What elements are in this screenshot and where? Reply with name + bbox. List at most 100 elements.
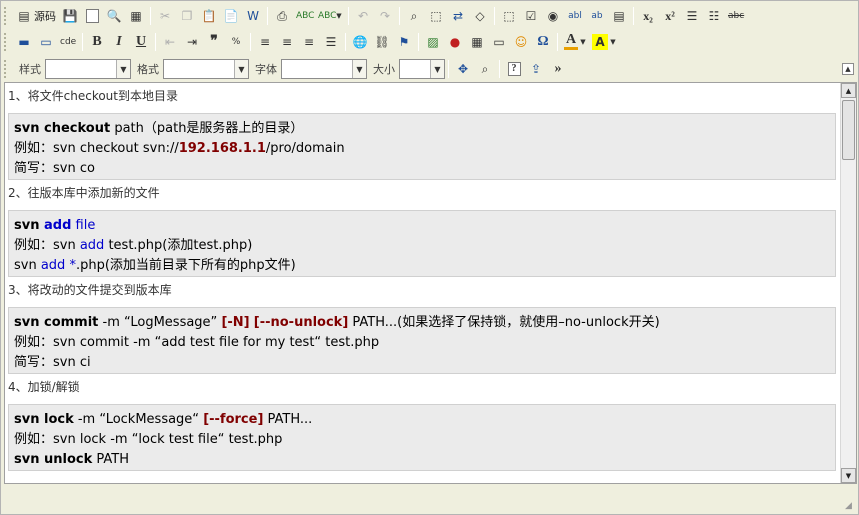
spellcheck-button[interactable]: ABC xyxy=(293,5,315,27)
chevron-down-icon: ▼ xyxy=(430,60,444,78)
eraser-icon: ◇ xyxy=(475,9,485,23)
scroll-down-button[interactable]: ▼ xyxy=(841,468,856,483)
background-color-icon: A xyxy=(592,34,608,50)
new-page-button[interactable] xyxy=(81,5,103,27)
source-button[interactable]: ▤ 源码 xyxy=(13,5,59,27)
replace-button[interactable]: ⇄ xyxy=(447,5,469,27)
collapse-toolbar-button[interactable]: ▲ xyxy=(842,63,854,75)
toolbar-separator xyxy=(499,60,500,78)
flash-button[interactable]: ● xyxy=(444,31,466,53)
copy-button[interactable]: ❐ xyxy=(176,5,198,27)
indent-button[interactable]: ⇥ xyxy=(181,31,203,53)
toolbar-grip[interactable] xyxy=(4,60,10,78)
bold-button[interactable]: B xyxy=(86,31,108,53)
anchor-button[interactable]: ⚑ xyxy=(393,31,415,53)
size-select[interactable]: ▼ xyxy=(399,59,445,79)
vertical-scrollbar[interactable]: ▲ ▼ xyxy=(840,83,856,483)
code-segment: .php(添加当前目录下所有的php文件) xyxy=(75,258,296,273)
paste-button[interactable]: 📋 xyxy=(198,5,220,27)
horizontal-rule-button[interactable]: ▬ xyxy=(13,31,35,53)
flash-icon: ● xyxy=(449,35,461,49)
more-toolbar-button[interactable]: » xyxy=(547,58,569,80)
select-field-button[interactable]: ▤ xyxy=(608,5,630,27)
undo-icon: ↶ xyxy=(357,9,369,23)
div-container-button[interactable]: % xyxy=(225,31,247,53)
strikethrough-icon: abc xyxy=(728,11,745,21)
code-segment: -m “LockMessage“ xyxy=(73,412,204,427)
background-color-button[interactable]: A ▼ xyxy=(589,31,619,53)
resize-grip-icon[interactable]: ◢ xyxy=(845,501,855,511)
special-char-button[interactable]: Ω xyxy=(532,31,554,53)
horizontal-line-button[interactable]: ▭ xyxy=(488,31,510,53)
code-icon: cde xyxy=(60,37,77,47)
omega-icon: Ω xyxy=(537,34,549,49)
align-right-button[interactable]: ≡ xyxy=(298,31,320,53)
cut-button[interactable]: ✂ xyxy=(154,5,176,27)
subscript-button[interactable]: x₂ xyxy=(637,5,659,27)
help-button[interactable]: ? xyxy=(503,58,525,80)
align-left-button[interactable]: ≡ xyxy=(254,31,276,53)
show-blocks-button[interactable]: ⌕ xyxy=(474,58,496,80)
maximize-button[interactable]: ✥ xyxy=(452,58,474,80)
code-segment: svn xyxy=(14,258,41,273)
scroll-up-button[interactable]: ▲ xyxy=(841,83,856,98)
radio-icon: ◉ xyxy=(547,9,559,23)
image-button[interactable]: ▭ xyxy=(35,31,57,53)
code-segment: /pro/domain xyxy=(265,141,345,156)
redo-button[interactable]: ↷ xyxy=(374,5,396,27)
code-button[interactable]: cde xyxy=(57,31,79,53)
style-select[interactable]: ▼ xyxy=(45,59,131,79)
preview-icon: 🔍 xyxy=(106,9,122,23)
blockquote-button[interactable]: ❞ xyxy=(203,31,225,53)
select-all-button[interactable]: ⬚ xyxy=(425,5,447,27)
toolbar-separator xyxy=(557,33,558,51)
underline-button[interactable]: U xyxy=(130,31,152,53)
find-button[interactable]: ⌕ xyxy=(403,5,425,27)
print-button[interactable]: ⎙ xyxy=(271,5,293,27)
outdent-button[interactable]: ⇤ xyxy=(159,31,181,53)
code-segment: -m “LogMessage” xyxy=(98,315,222,330)
preview-button[interactable]: 🔍 xyxy=(103,5,125,27)
format-select[interactable]: ▼ xyxy=(163,59,249,79)
document-body[interactable]: 1、将文件checkout到本地目录 svn checkout path（path… xyxy=(5,83,840,483)
bold-icon: B xyxy=(92,34,102,49)
smiley-button[interactable]: ☺ xyxy=(510,31,532,53)
toolbar-grip[interactable] xyxy=(4,33,10,51)
undo-button[interactable]: ↶ xyxy=(352,5,374,27)
superscript-button[interactable]: x² xyxy=(659,5,681,27)
upload-button[interactable]: ⇪ xyxy=(525,58,547,80)
table-button[interactable]: ▦ xyxy=(466,31,488,53)
textarea-button[interactable]: ab xyxy=(586,5,608,27)
remove-format-button[interactable]: ◇ xyxy=(469,5,491,27)
radio-button[interactable]: ◉ xyxy=(542,5,564,27)
templates-button[interactable]: ▦ xyxy=(125,5,147,27)
strikethrough-button[interactable]: abc xyxy=(725,5,747,27)
spellcheck-as-you-type-button[interactable]: ABC ▼ xyxy=(315,5,345,27)
form-button[interactable]: ⬚ xyxy=(498,5,520,27)
editor-content-area[interactable]: 1、将文件checkout到本地目录 svn checkout path（path… xyxy=(4,82,857,484)
help-icon: ? xyxy=(507,62,521,76)
numbered-list-button[interactable]: ☰ xyxy=(681,5,703,27)
toolbar-grip[interactable] xyxy=(4,7,10,25)
font-select[interactable]: ▼ xyxy=(281,59,367,79)
paste-text-button[interactable]: 📄 xyxy=(220,5,242,27)
numbered-list-icon: ☰ xyxy=(686,9,698,23)
text-field-icon: abl xyxy=(568,11,582,21)
text-field-button[interactable]: abl xyxy=(564,5,586,27)
code-line: svn checkout path（path是服务器上的目录） xyxy=(14,119,835,139)
link-button[interactable]: 🌐 xyxy=(349,31,371,53)
scroll-thumb[interactable] xyxy=(842,100,855,160)
align-center-icon: ≡ xyxy=(281,35,293,49)
code-line: 例如：svn checkout svn://192.168.1.1/pro/do… xyxy=(14,139,835,159)
italic-button[interactable]: I xyxy=(108,31,130,53)
align-center-button[interactable]: ≡ xyxy=(276,31,298,53)
checkbox-button[interactable]: ☑ xyxy=(520,5,542,27)
unlink-button[interactable]: ⛓ xyxy=(371,31,393,53)
paste-word-button[interactable]: W xyxy=(242,5,264,27)
bulleted-list-button[interactable]: ☷ xyxy=(703,5,725,27)
insert-image-button[interactable]: ▨ xyxy=(422,31,444,53)
align-justify-button[interactable]: ☰ xyxy=(320,31,342,53)
text-color-button[interactable]: A ▼ xyxy=(561,31,589,53)
code-segment: 例如：svn commit -m “add test file for my t… xyxy=(14,335,380,350)
save-button[interactable]: 💾 xyxy=(59,5,81,27)
